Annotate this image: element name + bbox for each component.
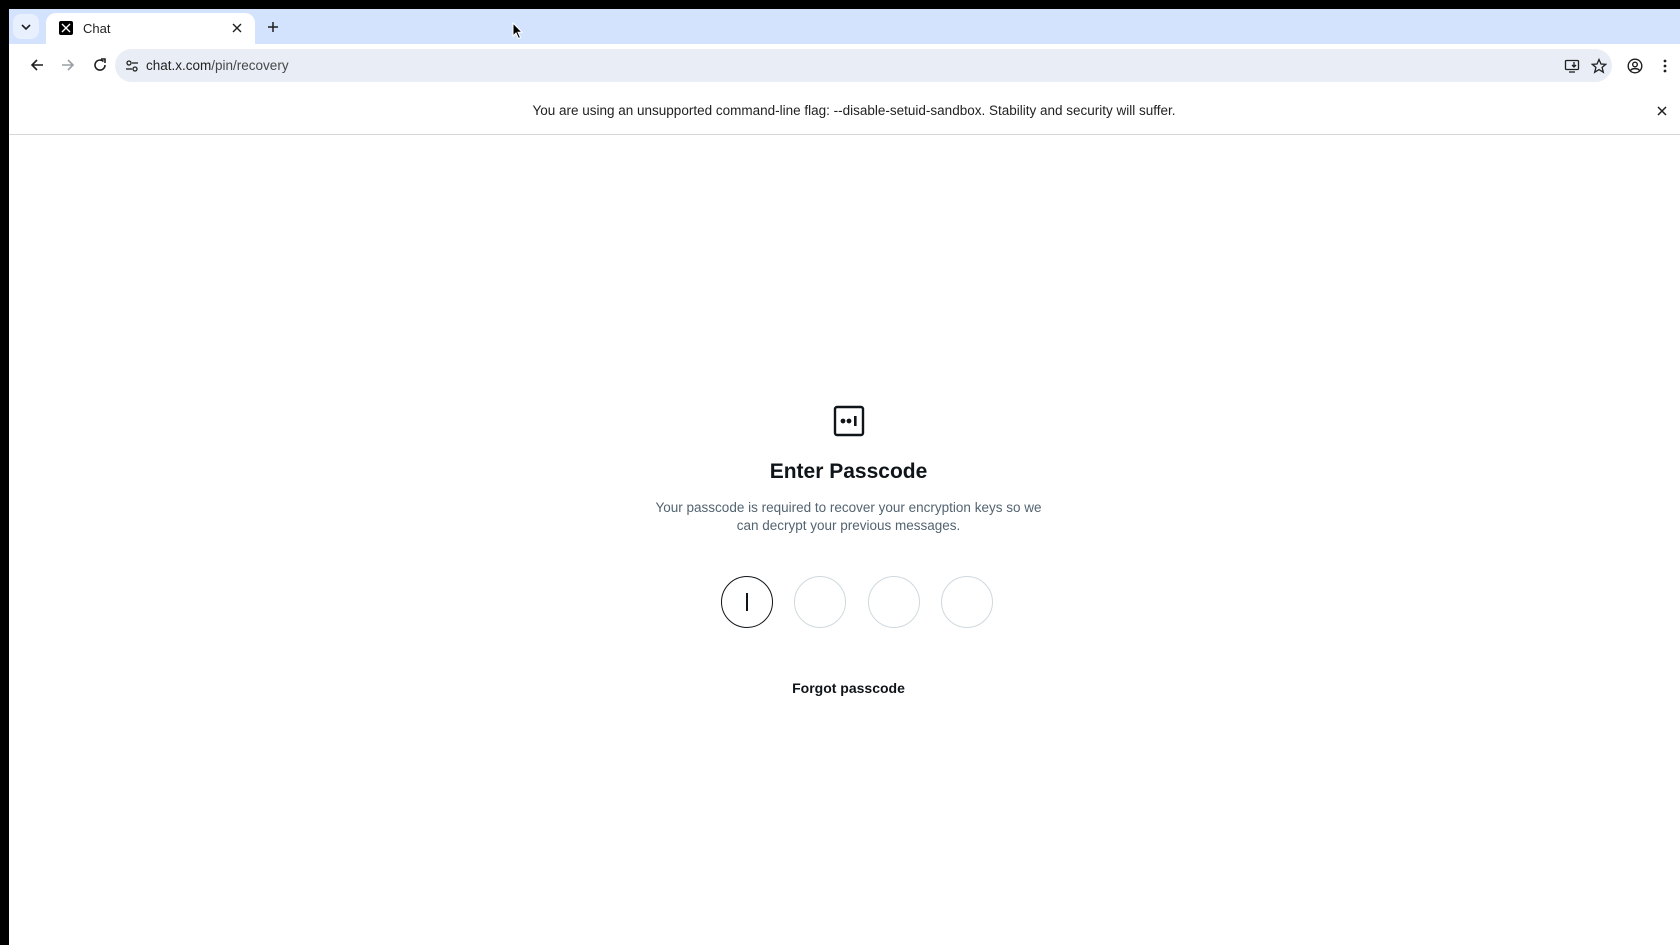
profile-button[interactable] [1624,55,1646,77]
reload-icon [94,58,106,71]
page-description: Your passcode is required to recover you… [655,500,1042,533]
bookmark-star-icon[interactable] [1589,56,1609,76]
passcode-digit-4[interactable] [941,576,993,628]
tab-title: Chat [83,21,111,36]
reload-button[interactable] [87,52,113,78]
warning-infobar: You are using an unsupported command-lin… [9,87,1680,135]
url-text: chat.x.com/pin/recovery [146,58,289,73]
url-path: /pin/recovery [211,58,289,73]
browser-menu-button[interactable] [1654,55,1676,77]
passcode-input-group [721,576,1001,629]
passcode-digit-3[interactable] [868,576,920,628]
tab-chat[interactable]: Chat [46,13,255,44]
x-logo-icon [59,21,73,35]
account-circle-icon [1627,58,1643,74]
tab-close-button[interactable] [227,18,247,38]
forward-button[interactable] [55,52,81,78]
infobar-message: You are using an unsupported command-lin… [532,103,1176,118]
infobar-close-button[interactable] [1652,101,1672,121]
passcode-digit-1[interactable] [721,576,773,628]
mouse-cursor-icon [512,22,524,40]
plus-icon [268,22,278,32]
new-tab-button[interactable] [262,16,284,38]
passcode-icon [833,405,865,437]
page-title: Enter Passcode [769,460,928,483]
browser-toolbar: chat.x.com/pin/recovery [9,44,1680,87]
text-caret [746,593,748,611]
browser-window: Chat chat.x.com/pin/recovery You are usi… [9,9,1680,945]
forgot-passcode-link[interactable]: Forgot passcode [9,680,1680,696]
tab-search-button[interactable] [13,14,39,39]
close-icon [1657,106,1667,116]
arrow-right-icon [62,59,75,71]
page-content: Enter Passcode Your passcode is required… [9,135,1680,945]
url-host: chat.x.com [146,58,212,73]
address-bar[interactable]: chat.x.com/pin/recovery [115,49,1612,82]
passcode-digit-2[interactable] [794,576,846,628]
more-vertical-icon [1663,59,1667,73]
back-button[interactable] [24,52,50,78]
tab-strip: Chat [9,9,1680,44]
site-info-icon[interactable] [123,57,141,75]
install-app-icon[interactable] [1562,56,1582,76]
arrow-left-icon [30,59,43,71]
close-icon [232,23,242,33]
chevron-down-icon [21,23,31,30]
